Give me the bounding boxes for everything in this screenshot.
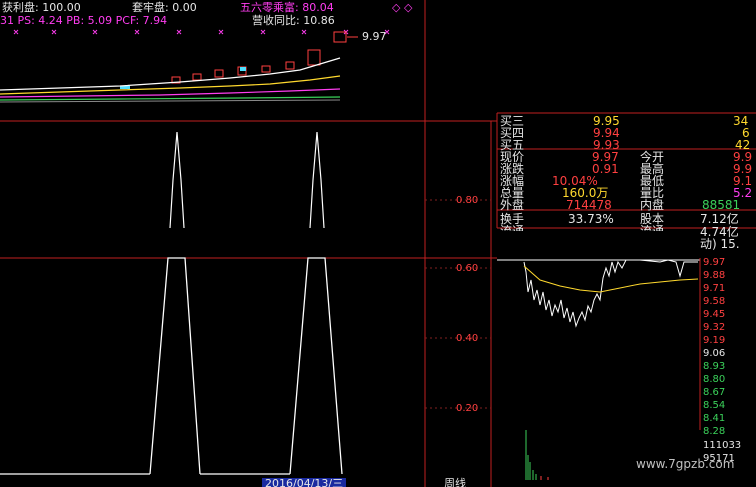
stat-value-turnover: 33.73% [568, 212, 614, 226]
ma-line-white [0, 57, 341, 91]
mini-price-9: 8.80 [703, 374, 726, 385]
high-price-flag: 9.97 [362, 30, 387, 43]
indicator-triangles-low [149, 257, 201, 475]
period-tab-weekly[interactable]: 周线 [444, 478, 466, 487]
ma-line-magenta [0, 88, 341, 98]
mini-price-8: 8.93 [703, 361, 726, 372]
mini-price-6: 9.19 [703, 335, 726, 346]
mini-price-5: 9.32 [703, 322, 726, 333]
axis-label-low-2: 0.40 [456, 333, 479, 344]
trapped-chip-label: 套牢盘: 0.00 [132, 1, 197, 14]
mini-price-13: 8.28 [703, 426, 726, 437]
axis-label-low-1: 0.60 [456, 263, 479, 274]
trailing-text: 动) 15. [700, 237, 740, 251]
mini-price-3: 9.58 [703, 296, 726, 307]
dotted-marker-row [13, 29, 390, 35]
valuation-label: 31 PS: 4.24 PB: 5.09 PCF: 7.94 [0, 14, 168, 27]
stat-value-inner: 88581 [702, 198, 741, 212]
stat-label-shares: 股本 [640, 212, 665, 226]
candles [171, 31, 358, 84]
stat-value-outer: 714478 [566, 198, 612, 212]
stat-label-float-cut: 流通 [500, 225, 524, 231]
watermark: www.7gpzb.com [636, 457, 735, 471]
mini-price-2: 9.71 [703, 283, 726, 294]
stock-chart-window: 获利盘: 100.00 套牢盘: 0.00 五六零乘富: 80.04 ◇ ◇ 3… [0, 0, 756, 487]
mini-price-10: 8.67 [703, 387, 726, 398]
mini-price-7: 9.06 [703, 348, 726, 359]
header-markers: ◇ ◇ [392, 1, 413, 14]
stat-label-outer: 外盘 [500, 198, 525, 212]
intraday-mini-chart [497, 258, 701, 480]
mini-price-11: 8.54 [703, 400, 726, 411]
indicator-label: 五六零乘富: 80.04 [240, 1, 334, 14]
axis-label-low-3: 0.20 [456, 403, 479, 414]
stat-label-inner: 内盘 [640, 198, 665, 212]
axis-label-mid: 0.80 [456, 195, 479, 206]
mini-volume-0: 111033 [703, 440, 742, 451]
chart-canvas [0, 0, 756, 487]
indicator-spikes-mid [169, 131, 185, 229]
stat-label-turnover: 换手 [500, 212, 525, 226]
stat-value-shares: 7.12亿 [700, 212, 739, 226]
mini-price-1: 9.88 [703, 270, 726, 281]
ma-line-green [0, 96, 341, 101]
stat-label-float: 流通 [640, 225, 664, 231]
mini-price-4: 9.45 [703, 309, 726, 320]
revenue-growth-label: 营收同比: 10.86 [252, 14, 335, 27]
profit-chip-label: 获利盘: 100.00 [2, 1, 81, 14]
mini-price-12: 8.41 [703, 413, 726, 424]
mini-price-0: 9.97 [703, 257, 726, 268]
cursor-date-badge: 2016/04/13/三 [262, 478, 347, 487]
